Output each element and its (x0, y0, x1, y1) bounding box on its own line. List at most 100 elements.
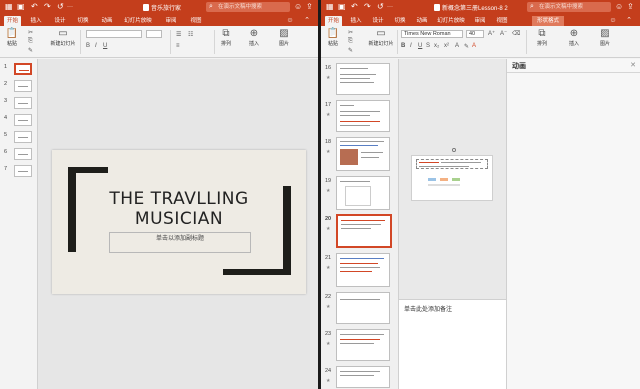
insert-button[interactable]: ⊕ 插入 (246, 28, 262, 47)
more-icon[interactable]: ··· (67, 2, 73, 12)
thumbnail-row[interactable]: 7 (0, 165, 37, 179)
tab-review[interactable]: 审阅 (163, 16, 179, 26)
thumbnail-row[interactable]: 24 ★ (321, 366, 398, 389)
underline-button[interactable]: U (103, 43, 107, 49)
copy-icon[interactable]: ⎘ (348, 38, 353, 45)
paste-button[interactable]: 📋 粘贴 (324, 28, 342, 47)
slide-thumbnail[interactable] (336, 329, 390, 361)
repeat-icon[interactable]: ↺ (377, 2, 384, 12)
slide-thumbnail[interactable] (14, 97, 32, 109)
tab-view[interactable]: 视图 (494, 16, 510, 26)
share-icon[interactable]: ⇪ (627, 2, 634, 12)
tab-view[interactable]: 视图 (188, 16, 204, 26)
collapse-ribbon-icon[interactable]: ⌃ (624, 16, 634, 26)
arrange-button[interactable]: ⧉ 排列 (218, 28, 234, 47)
current-slide[interactable]: THE TRAVLLING MUSICIAN 单击以添加副标题 (52, 150, 306, 294)
thumbnail-row[interactable]: 6 (0, 148, 37, 162)
new-slide-button[interactable]: ▭ 新建幻灯片 (368, 28, 394, 47)
tab-home[interactable]: 开始 (325, 16, 342, 26)
save-icon[interactable]: ▣ (17, 2, 25, 12)
thumbnail-row[interactable]: 4 (0, 114, 37, 128)
slide-thumbnail[interactable] (336, 253, 390, 287)
bullets-icon[interactable]: ☰ (176, 31, 181, 38)
subscript-button[interactable]: x₂ (434, 43, 439, 49)
thumbnail-row[interactable]: 5 (0, 131, 37, 145)
thumbnail-row[interactable]: 2 (0, 80, 37, 94)
new-slide-button[interactable]: ▭ 新建幻灯片 (50, 28, 76, 47)
format-painter-icon[interactable]: ✎ (28, 47, 33, 54)
slide-thumbnail[interactable] (14, 148, 32, 160)
slide-thumbnail[interactable] (336, 176, 390, 210)
redo-icon[interactable]: ↷ (364, 2, 371, 12)
grid-icon[interactable]: ▦ (5, 2, 13, 12)
tab-review[interactable]: 审阅 (472, 16, 488, 26)
thumbnail-row[interactable]: 21 ★ (321, 253, 398, 289)
thumbnail-row[interactable]: 19 ★ (321, 176, 398, 212)
slide-thumbnail[interactable] (336, 100, 390, 132)
user-icon[interactable]: ☺ (294, 2, 302, 12)
font-name-field[interactable]: Times New Roman (401, 30, 463, 38)
increase-font-icon[interactable]: A⁺ (488, 30, 495, 37)
strikethrough-button[interactable]: S (426, 43, 430, 49)
tab-animations[interactable]: 动画 (414, 16, 430, 26)
align-icon[interactable]: ≡ (176, 43, 180, 49)
cut-icon[interactable]: ✂ (28, 29, 33, 36)
search-field[interactable]: ⌕ 在演示文稿中搜索 (206, 2, 290, 12)
italic-button[interactable]: I (95, 43, 97, 49)
slide-thumbnail[interactable] (14, 131, 32, 143)
tab-insert[interactable]: 插入 (348, 16, 364, 26)
tab-design[interactable]: 设计 (52, 16, 68, 26)
slide-title-line2[interactable]: MUSICIAN (52, 209, 306, 230)
thumbnail-row[interactable]: 1 (0, 63, 37, 77)
redo-icon[interactable]: ↷ (44, 2, 51, 12)
font-color-icon[interactable]: A (472, 43, 476, 49)
tab-transitions[interactable]: 切换 (75, 16, 91, 26)
slide-thumbnail[interactable] (14, 165, 32, 177)
superscript-button[interactable]: x² (444, 43, 449, 49)
tab-slideshow[interactable]: 幻灯片放映 (123, 16, 153, 26)
save-icon[interactable]: ▣ (338, 2, 346, 12)
repeat-icon[interactable]: ↺ (57, 2, 64, 12)
tab-home[interactable]: 开始 (4, 16, 21, 26)
slide-thumbnail[interactable] (14, 114, 32, 126)
tab-transitions[interactable]: 切换 (392, 16, 408, 26)
format-painter-icon[interactable]: ✎ (348, 47, 353, 54)
tab-slideshow[interactable]: 幻灯片放映 (436, 16, 466, 26)
grid-icon[interactable]: ▦ (326, 2, 334, 12)
bold-button[interactable]: B (86, 43, 90, 49)
collapse-ribbon-icon[interactable]: ⌃ (302, 16, 312, 26)
share-icon[interactable]: ⇪ (306, 2, 313, 12)
text-effects-icon[interactable]: A (455, 43, 459, 49)
slide-thumbnail[interactable] (336, 366, 390, 388)
thumbnail-row[interactable]: 17 ★ (321, 100, 398, 134)
more-icon[interactable]: ··· (387, 2, 393, 12)
slide-thumbnail[interactable] (336, 292, 390, 324)
font-size-field[interactable]: 40 (466, 30, 484, 38)
cut-icon[interactable]: ✂ (348, 29, 353, 36)
close-icon[interactable]: ✕ (630, 61, 636, 69)
thumbnail-row[interactable]: 23 ★ (321, 329, 398, 363)
numbering-icon[interactable]: ☷ (188, 31, 193, 38)
paste-button[interactable]: 📋 粘贴 (3, 28, 21, 47)
slide-title-line1[interactable]: THE TRAVLLING (52, 189, 306, 210)
smiley-icon[interactable]: ☺ (606, 16, 620, 26)
thumbnail-row[interactable]: 3 (0, 97, 37, 111)
italic-button[interactable]: I (410, 43, 412, 49)
thumbnail-row[interactable]: 18 ★ (321, 137, 398, 173)
current-slide[interactable] (411, 148, 493, 201)
undo-icon[interactable]: ↶ (351, 2, 358, 12)
highlight-icon[interactable]: ✎ (464, 43, 469, 50)
slide-thumbnail[interactable] (336, 63, 390, 95)
smiley-icon[interactable]: ☺ (283, 16, 297, 26)
tab-design[interactable]: 设计 (370, 16, 386, 26)
thumbnail-row[interactable]: 22 ★ (321, 292, 398, 326)
bold-button[interactable]: B (401, 43, 405, 49)
font-size-field[interactable] (146, 30, 162, 38)
search-field[interactable]: ⌕ 在演示文稿中搜索 (527, 2, 611, 12)
undo-icon[interactable]: ↶ (31, 2, 38, 12)
slide-editing-canvas[interactable] (399, 59, 506, 299)
arrange-button[interactable]: ⧉ 排列 (534, 28, 550, 47)
picture-button[interactable]: ▨ 图片 (597, 28, 613, 47)
underline-button[interactable]: U (418, 43, 422, 49)
rotate-handle-icon[interactable] (452, 148, 456, 152)
